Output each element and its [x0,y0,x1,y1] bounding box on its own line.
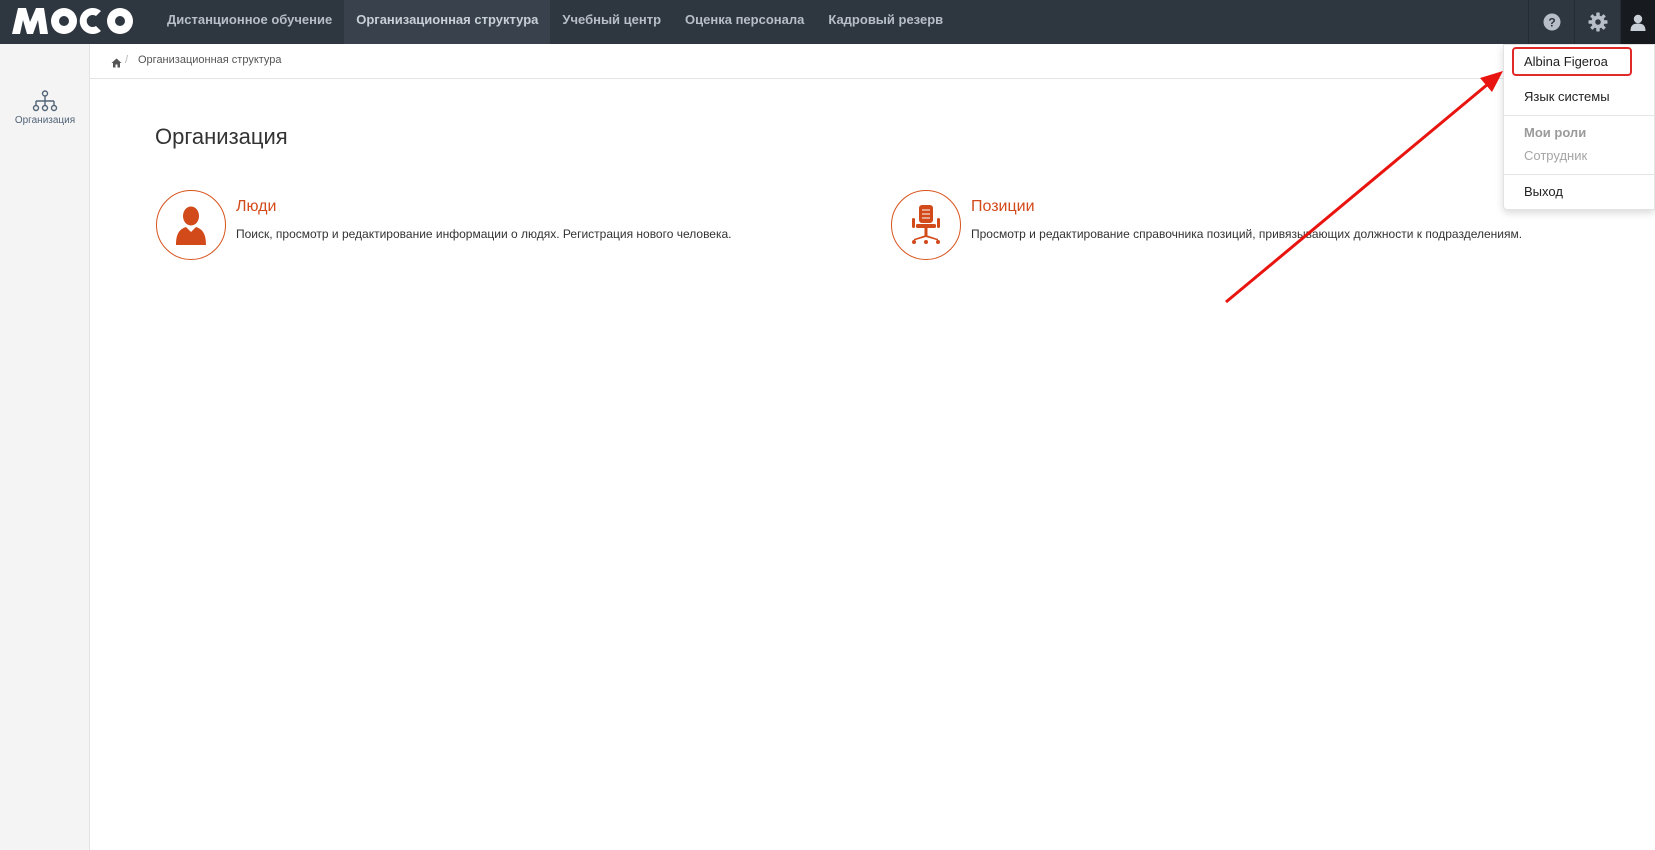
menu-divider [1504,115,1655,116]
people-card-icon-button[interactable] [156,190,226,260]
breadcrumb: / Организационная структура [90,44,1655,79]
sidebar-item-organization[interactable]: Организация [0,90,90,126]
menu-divider [1504,174,1655,175]
svg-text:?: ? [1548,16,1555,30]
moco-logo[interactable] [8,2,136,40]
breadcrumb-separator: / [125,54,129,66]
people-card-description: Поиск, просмотр и редактирование информа… [236,227,732,241]
breadcrumb-current: Организационная структура [138,54,282,66]
sidebar: Организация [0,44,90,850]
positions-card-icon-button[interactable] [891,190,961,260]
user-dropdown-menu: Albina Figeroa Язык системы Мои роли Сот… [1503,44,1655,210]
positions-card-description: Просмотр и редактирование справочника по… [971,227,1523,241]
nav-distance-learning[interactable]: Дистанционное обучение [155,0,344,44]
page-title: Организация [155,124,288,149]
main-nav: Дистанционное обучение Организационная с… [155,0,955,44]
menu-item-language[interactable]: Язык системы [1524,89,1610,104]
home-icon[interactable] [111,55,122,73]
gear-icon [1588,12,1607,32]
office-chair-icon [912,205,940,244]
people-card-title[interactable]: Люди [236,198,276,216]
nav-org-structure[interactable]: Организационная структура [344,0,551,44]
nav-talent-pool[interactable]: Кадровый резерв [816,0,955,44]
positions-card-title[interactable]: Позиции [971,198,1035,216]
org-structure-icon [32,90,58,112]
menu-item-user-name[interactable]: Albina Figeroa [1524,54,1608,69]
person-icon [176,206,206,245]
menu-item-role[interactable]: Сотрудник [1524,148,1587,163]
help-icon: ? [1543,13,1560,31]
user-icon [1630,14,1646,31]
sidebar-item-label: Организация [14,115,76,126]
top-navbar: Дистанционное обучение Организационная с… [0,0,1655,44]
nav-personnel-evaluation[interactable]: Оценка персонала [673,0,816,44]
menu-header-roles: Мои роли [1524,125,1587,140]
user-menu-button[interactable] [1620,0,1655,44]
help-button[interactable]: ? [1528,0,1574,44]
menu-item-logout[interactable]: Выход [1524,184,1563,199]
nav-training-center[interactable]: Учебный центр [550,0,673,44]
settings-button[interactable] [1574,0,1620,44]
